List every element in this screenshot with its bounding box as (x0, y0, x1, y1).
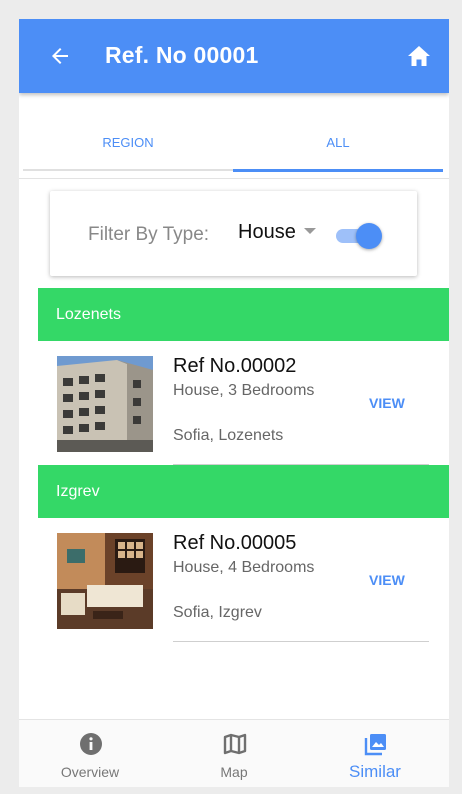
page-title: Ref. No 00001 (105, 42, 259, 68)
home-icon[interactable] (407, 45, 431, 67)
type-dropdown[interactable]: House (238, 221, 316, 244)
app-bar: Ref. No 00001 (19, 19, 449, 93)
tab-all[interactable]: ALL (233, 93, 443, 172)
map-icon (223, 733, 247, 755)
toggle-knob (356, 223, 382, 249)
property-ref: Ref No.00002 (173, 355, 297, 377)
tabs-divider (19, 178, 449, 179)
nav-similar[interactable]: Similar (305, 720, 445, 787)
property-photo (57, 356, 153, 452)
property-ref: Ref No.00005 (173, 532, 297, 554)
item-divider (173, 641, 429, 642)
tab-region[interactable]: REGION (23, 93, 233, 171)
list-item[interactable]: Ref No.00002 House, 3 Bedrooms Sofia, Lo… (19, 341, 449, 465)
type-dropdown-value: House (238, 221, 296, 243)
view-button[interactable]: VIEW (369, 572, 405, 588)
view-button[interactable]: VIEW (369, 395, 405, 411)
nav-overview-label: Overview (60, 764, 120, 780)
dropdown-caret-icon (303, 228, 316, 234)
back-arrow-icon[interactable] (48, 44, 72, 68)
filter-label: Filter By Type: (88, 224, 210, 245)
list-item[interactable]: Ref No.00005 House, 4 Bedrooms Sofia, Iz… (19, 518, 449, 642)
property-location: Sofia, Izgrev (173, 604, 262, 621)
nav-map-label: Map (220, 764, 248, 780)
tab-bar: REGION ALL (19, 93, 449, 179)
filter-toggle[interactable] (336, 223, 382, 249)
app-screen: Ref. No 00001 REGION ALL Filter By Type:… (19, 19, 449, 787)
property-description: House, 4 Bedrooms (173, 559, 315, 576)
photo-library-icon (364, 734, 386, 756)
nav-overview[interactable]: Overview (20, 720, 160, 787)
nav-map[interactable]: Map (164, 720, 304, 787)
nav-similar-label: Similar (349, 762, 401, 781)
property-photo (57, 533, 153, 629)
property-location: Sofia, Lozenets (173, 427, 284, 444)
bottom-navigation: Overview Map Similar (19, 719, 449, 787)
group-header-izgrev: Izgrev (38, 465, 449, 518)
info-icon (80, 733, 102, 755)
property-description: House, 3 Bedrooms (173, 382, 315, 399)
filter-card: Filter By Type: House (50, 191, 417, 276)
group-header-lozenets: Lozenets (38, 288, 449, 341)
